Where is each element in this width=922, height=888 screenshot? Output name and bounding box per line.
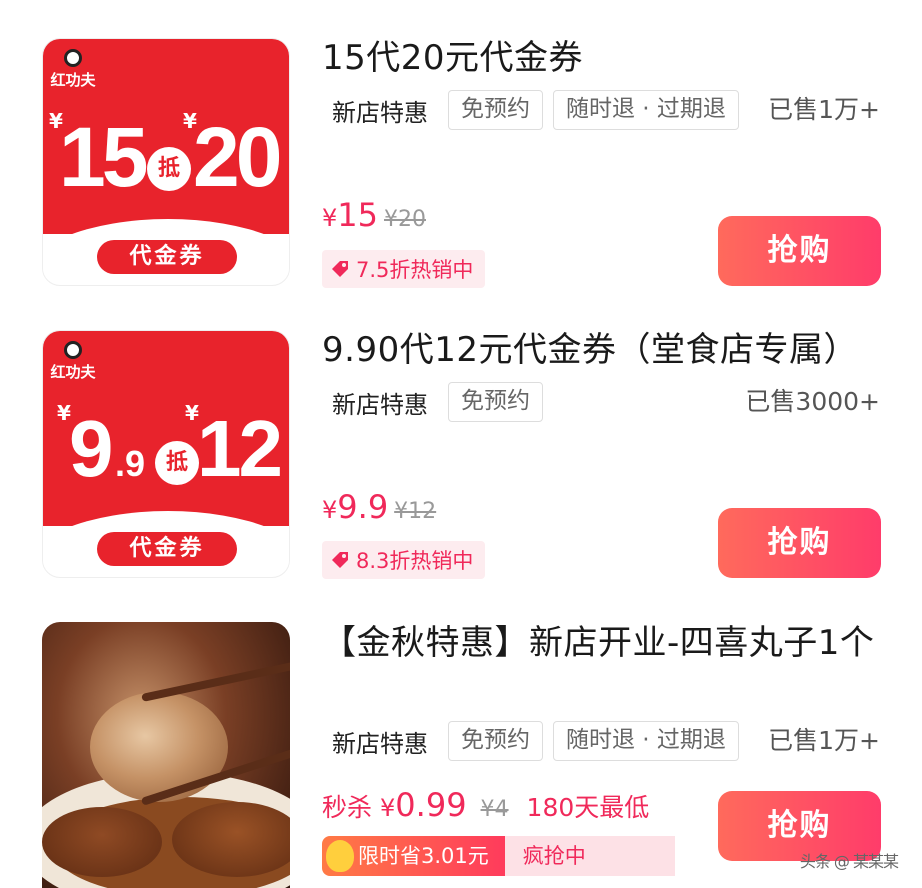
new-store-tag: 新店特惠 <box>332 729 428 758</box>
deal-title[interactable]: 【金秋特惠】新店开业-四喜丸子1个 <box>322 620 892 666</box>
voucher-image[interactable]: 红功夫 ¥ 9 .9 抵 ¥ 12 代金券 <box>42 330 290 578</box>
tag-icon <box>332 552 348 568</box>
deal-price: ¥0.99 <box>380 786 467 824</box>
tag-row: 新店特惠 免预约 <box>322 381 553 423</box>
brand-logo: 红功夫 <box>49 341 97 382</box>
deal-price: ¥15 <box>322 196 378 234</box>
buy-button[interactable]: 抢购 <box>718 216 881 286</box>
tag-row: 新店特惠 免预约 随时退 · 过期退 <box>322 89 749 131</box>
refund-tag: 随时退 · 过期退 <box>553 721 739 761</box>
new-store-tag: 新店特惠 <box>332 390 428 419</box>
lowest-price-label: 180天最低 <box>526 793 650 822</box>
sold-count: 已售3000+ <box>745 387 880 416</box>
hot-sale-badge: 7.5折热销中 <box>322 250 486 288</box>
no-reservation-tag: 免预约 <box>448 721 543 761</box>
no-reservation-tag: 免预约 <box>448 382 543 422</box>
hot-sale-badge: 8.3折热销中 <box>322 541 486 579</box>
promo-bar: 限时省3.01元 疯抢中 <box>322 836 675 876</box>
tag-row: 新店特惠 免预约 随时退 · 过期退 <box>322 720 749 762</box>
sold-count: 已售1万+ <box>768 95 880 124</box>
no-reservation-tag: 免预约 <box>448 90 543 130</box>
meatball-photo[interactable] <box>42 622 290 888</box>
original-price: ¥20 <box>384 207 426 232</box>
original-price: ¥12 <box>394 499 437 524</box>
buy-button[interactable]: 抢购 <box>718 508 881 578</box>
watermark: 头条 @ 某某某 <box>799 852 899 871</box>
original-price: ¥4 <box>480 797 509 822</box>
deal-price: ¥9.9 <box>322 488 389 526</box>
fire-icon <box>326 840 354 872</box>
deal-title[interactable]: 15代20元代金券 <box>322 35 892 81</box>
rush-badge: 疯抢中 <box>504 836 675 876</box>
voucher-image[interactable]: 红功夫 ¥ 15 抵 ¥ 20 代金券 <box>42 38 290 286</box>
deal-title[interactable]: 9.90代12元代金券（堂食店专属） <box>322 327 892 373</box>
savings-badge: 限时省3.01元 <box>322 836 505 876</box>
flash-sale-label: 秒杀 <box>322 793 373 822</box>
new-store-tag: 新店特惠 <box>332 98 428 127</box>
sold-count: 已售1万+ <box>768 726 880 755</box>
refund-tag: 随时退 · 过期退 <box>553 90 739 130</box>
tag-icon <box>332 261 348 277</box>
brand-logo: 红功夫 <box>49 49 97 90</box>
